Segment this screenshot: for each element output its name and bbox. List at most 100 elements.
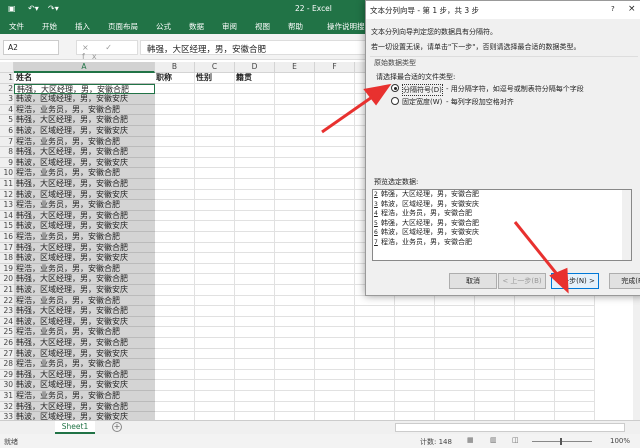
- cell[interactable]: [275, 115, 315, 126]
- cell[interactable]: [475, 391, 515, 402]
- cell[interactable]: [195, 401, 235, 413]
- cell[interactable]: [315, 157, 355, 169]
- cell[interactable]: [275, 295, 315, 307]
- formula-buttons[interactable]: × ✓ fx: [76, 40, 138, 61]
- cell[interactable]: [315, 253, 355, 264]
- row-number[interactable]: 24: [0, 316, 14, 328]
- cell[interactable]: [155, 232, 195, 243]
- cell-a[interactable]: 程浩，业务员，男，安徽合肥: [14, 391, 155, 402]
- cell[interactable]: [235, 295, 275, 307]
- row-number[interactable]: 13: [0, 200, 14, 211]
- cell[interactable]: [275, 73, 315, 84]
- cell[interactable]: [195, 316, 235, 328]
- cell[interactable]: [235, 327, 275, 338]
- cell[interactable]: [235, 242, 275, 254]
- cell-a[interactable]: 韩波，区域经理，男，安徽安庆: [14, 316, 155, 328]
- cell[interactable]: [195, 115, 235, 126]
- cell[interactable]: [155, 401, 195, 413]
- cell[interactable]: [235, 253, 275, 264]
- cell[interactable]: [395, 380, 435, 391]
- cell[interactable]: [235, 401, 275, 413]
- ribbon-tab[interactable]: 帮助: [279, 18, 312, 34]
- cell-a[interactable]: 韩波，区域经理，男，安徽安庆: [14, 221, 155, 232]
- cell[interactable]: [315, 147, 355, 158]
- cell[interactable]: [195, 157, 235, 169]
- cell[interactable]: [555, 369, 595, 381]
- cell[interactable]: [155, 380, 195, 391]
- cell[interactable]: [315, 369, 355, 381]
- cell[interactable]: [475, 359, 515, 370]
- cell-a[interactable]: 韩强，大区经理，男，安徽合肥: [14, 369, 155, 381]
- save-icon[interactable]: ▣: [8, 4, 16, 13]
- cell[interactable]: [155, 327, 195, 338]
- cell[interactable]: [275, 221, 315, 232]
- cell[interactable]: [435, 369, 475, 381]
- cell-a[interactable]: 程浩，业务员，男，安徽合肥: [14, 327, 155, 338]
- row-number[interactable]: 31: [0, 391, 14, 402]
- column-header[interactable]: F: [315, 62, 355, 73]
- cell[interactable]: [355, 369, 395, 381]
- column-header[interactable]: C: [195, 62, 235, 73]
- cell[interactable]: [395, 316, 435, 328]
- row-number[interactable]: 22: [0, 295, 14, 307]
- cell[interactable]: [235, 200, 275, 211]
- cell[interactable]: [155, 242, 195, 254]
- row-number[interactable]: 20: [0, 274, 14, 285]
- cell[interactable]: [195, 274, 235, 285]
- row-number[interactable]: 23: [0, 306, 14, 317]
- cell[interactable]: [435, 348, 475, 360]
- cell[interactable]: [555, 401, 595, 413]
- cell[interactable]: [155, 179, 195, 190]
- row-number[interactable]: 11: [0, 179, 14, 190]
- cell[interactable]: 籍贯: [235, 73, 275, 84]
- cell[interactable]: [195, 285, 235, 296]
- cell[interactable]: [235, 94, 275, 105]
- cell[interactable]: [315, 83, 355, 95]
- cell[interactable]: [315, 380, 355, 391]
- cell[interactable]: [195, 380, 235, 391]
- cell[interactable]: [315, 136, 355, 148]
- cell[interactable]: [315, 104, 355, 116]
- cell-a[interactable]: 韩波，区域经理，男，安徽安庆: [14, 189, 155, 201]
- cell[interactable]: [315, 338, 355, 349]
- cell[interactable]: [515, 316, 555, 328]
- cell[interactable]: [475, 369, 515, 381]
- cell-a[interactable]: 程浩，业务员，男，安徽合肥: [14, 200, 155, 211]
- cell[interactable]: [435, 412, 475, 420]
- cell[interactable]: [275, 369, 315, 381]
- cell-a[interactable]: 韩波，区域经理，男，安徽安庆: [14, 253, 155, 264]
- cell[interactable]: [315, 73, 355, 84]
- cell-a[interactable]: 韩波，区域经理，男，安徽安庆: [14, 348, 155, 360]
- cell[interactable]: [475, 412, 515, 420]
- cell[interactable]: [155, 136, 195, 148]
- row-number[interactable]: 26: [0, 338, 14, 349]
- row-number[interactable]: 33: [0, 412, 14, 420]
- cell[interactable]: [355, 306, 395, 317]
- select-all-corner[interactable]: [0, 62, 14, 73]
- cell[interactable]: [435, 338, 475, 349]
- redo-icon[interactable]: ↷▾: [48, 4, 59, 13]
- cell[interactable]: [235, 338, 275, 349]
- ribbon-tab[interactable]: 审阅: [213, 18, 246, 34]
- cell[interactable]: [235, 157, 275, 169]
- cell-a[interactable]: 韩强，大区经理，男，安徽合肥: [14, 210, 155, 222]
- cell[interactable]: [155, 210, 195, 222]
- cell[interactable]: [235, 104, 275, 116]
- ribbon-tab[interactable]: 视图: [246, 18, 279, 34]
- cell[interactable]: [515, 327, 555, 338]
- cell-a[interactable]: 韩强，大区经理，男，安徽合肥: [14, 147, 155, 158]
- cell[interactable]: [275, 94, 315, 105]
- column-header[interactable]: E: [275, 62, 315, 73]
- cell[interactable]: [515, 348, 555, 360]
- cell[interactable]: [275, 232, 315, 243]
- cell[interactable]: [235, 189, 275, 201]
- cell-a[interactable]: 韩强，大区经理，男，安徽合肥: [14, 242, 155, 254]
- cell[interactable]: [395, 327, 435, 338]
- cell[interactable]: [155, 412, 195, 420]
- cell-a[interactable]: 程浩，业务员，男，安徽合肥: [14, 263, 155, 275]
- cell[interactable]: [155, 189, 195, 201]
- cell[interactable]: [515, 380, 555, 391]
- cell[interactable]: [395, 391, 435, 402]
- cell[interactable]: [155, 94, 195, 105]
- cell[interactable]: [155, 316, 195, 328]
